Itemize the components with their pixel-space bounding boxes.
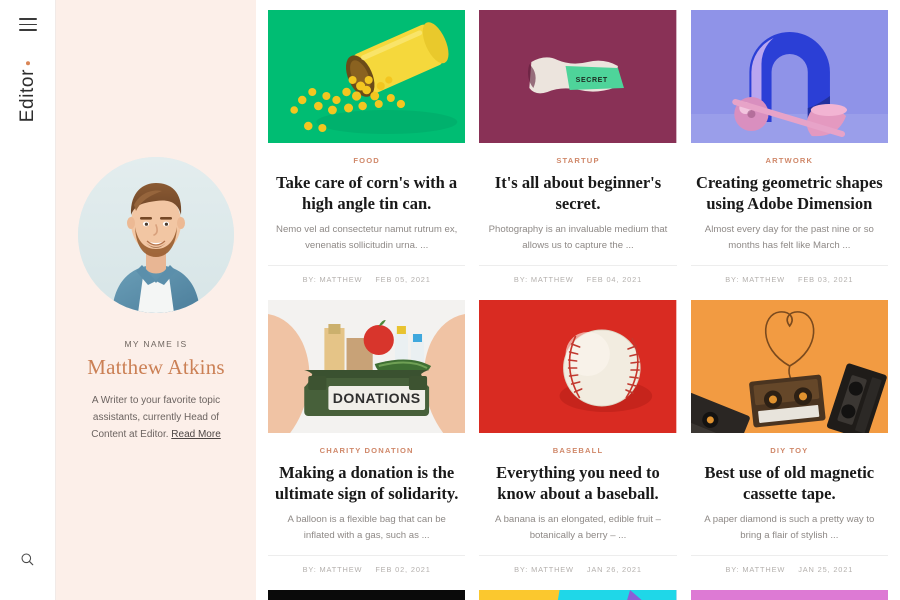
post-title[interactable]: Best use of old magnetic cassette tape. <box>691 462 888 504</box>
brand-dot-icon <box>25 61 30 65</box>
read-more-link[interactable]: Read More <box>171 429 220 440</box>
editor-blog-page: Editor MY NAME IS Matthew Atkins A Write… <box>0 0 900 600</box>
post-author: by: MATTHEW <box>302 565 363 574</box>
post-title[interactable]: It's all about beginner's secret. <box>479 172 676 214</box>
post-excerpt: A banana is an elongated, edible fruit –… <box>495 514 661 541</box>
post-thumbnail-yellow-cyan-purple-blocks[interactable] <box>479 590 677 600</box>
post-card[interactable] <box>268 590 466 600</box>
post-thumbnail-pink-pushpins-photo[interactable] <box>690 590 888 600</box>
search-icon[interactable] <box>17 548 39 570</box>
svg-text:SECRET: SECRET <box>576 77 608 84</box>
brand-logo[interactable]: Editor <box>17 61 39 122</box>
post-card[interactable]: ARTWORK Creating geometric shapes using … <box>690 10 888 284</box>
post-category[interactable]: FOOD <box>268 156 465 165</box>
post-title[interactable]: Everything you need to know about a base… <box>479 462 676 504</box>
post-meta: by: MATTHEW FEB 02, 2021 <box>268 555 466 574</box>
post-category[interactable]: BASEBALL <box>479 446 676 455</box>
post-author: by: MATTHEW <box>302 275 363 284</box>
hamburger-menu-icon[interactable] <box>18 18 37 31</box>
post-thumbnail-donations-crate-photo[interactable]: DONATIONS <box>268 300 466 433</box>
post-date: FEB 05, 2021 <box>375 275 431 284</box>
post-date: JAN 26, 2021 <box>586 565 642 574</box>
post-author: by: MATTHEW <box>514 565 574 574</box>
hamburger-line <box>18 23 37 26</box>
hamburger-line <box>18 18 37 20</box>
post-author: by: MATTHEW <box>725 275 785 284</box>
post-category[interactable]: ARTWORK <box>691 156 888 165</box>
post-thumbnail-torn-paper-secret-photo[interactable]: SECRET <box>479 10 677 143</box>
post-meta: by: MATTHEW FEB 04, 2021 <box>479 265 677 284</box>
post-excerpt: Nemo vel ad consectetur namut rutrum ex,… <box>276 224 458 251</box>
post-thumbnail-corn-tin-can-photo[interactable] <box>268 10 466 143</box>
post-card[interactable]: SECRET STARTUP It's all about beginner's… <box>479 10 677 284</box>
hamburger-line <box>18 29 37 31</box>
post-category[interactable]: DIY TOY <box>691 446 888 455</box>
post-card[interactable] <box>690 590 888 600</box>
post-excerpt: Photography is an invaluable medium that… <box>488 224 668 251</box>
post-excerpt: A paper diamond is such a pretty way to … <box>704 514 875 541</box>
posts-grid: FOOD Take care of corn's with a high ang… <box>268 10 888 600</box>
post-excerpt: Almost every day for the past nine or so… <box>704 224 874 251</box>
post-card[interactable]: FOOD Take care of corn's with a high ang… <box>268 10 466 284</box>
post-date: FEB 02, 2021 <box>375 565 431 574</box>
posts-grid-region: FOOD Take care of corn's with a high ang… <box>256 0 900 600</box>
profile-bio: A Writer to your favorite topic assistan… <box>76 392 236 443</box>
post-title[interactable]: Creating geometric shapes using Adobe Di… <box>691 172 888 214</box>
post-category[interactable]: STARTUP <box>479 156 676 165</box>
post-date: FEB 03, 2021 <box>797 275 854 284</box>
brand-label: Editor <box>16 69 38 123</box>
post-card[interactable]: DONATIONS CHARITY DONATION Making a dona… <box>268 300 466 574</box>
post-meta: by: MATTHEW FEB 03, 2021 <box>690 265 888 284</box>
post-author: by: MATTHEW <box>725 565 786 574</box>
profile-name: Matthew Atkins <box>87 355 225 379</box>
post-thumbnail-dark-night-photo[interactable] <box>268 590 466 600</box>
post-excerpt: A balloon is a flexible bag that can be … <box>287 514 446 541</box>
post-meta: by: MATTHEW JAN 26, 2021 <box>479 555 677 574</box>
post-category[interactable]: CHARITY DONATION <box>268 446 465 455</box>
post-thumbnail-baseball-on-red-photo[interactable] <box>479 300 677 433</box>
post-date: FEB 04, 2021 <box>586 275 643 284</box>
profile-kicker: MY NAME IS <box>124 339 188 349</box>
post-title[interactable]: Take care of corn's with a high angle ti… <box>268 172 465 214</box>
post-date: JAN 25, 2021 <box>798 565 854 574</box>
post-thumbnail-geometric-3d-shapes-render[interactable] <box>690 10 888 143</box>
post-meta: by: MATTHEW FEB 05, 2021 <box>268 265 466 284</box>
svg-text:DONATIONS: DONATIONS <box>333 390 421 406</box>
post-card[interactable] <box>479 590 677 600</box>
post-card[interactable]: BASEBALL Everything you need to know abo… <box>479 300 677 574</box>
post-meta: by: MATTHEW JAN 25, 2021 <box>690 555 888 574</box>
left-rail: Editor <box>0 0 56 600</box>
avatar <box>78 157 234 313</box>
post-card[interactable]: DIY TOY Best use of old magnetic cassett… <box>690 300 888 574</box>
post-author: by: MATTHEW <box>513 275 574 284</box>
post-title[interactable]: Making a donation is the ultimate sign o… <box>268 462 465 504</box>
profile-sidebar: MY NAME IS Matthew Atkins A Writer to yo… <box>56 0 256 600</box>
post-thumbnail-cassette-tape-heart-photo[interactable] <box>690 300 888 433</box>
